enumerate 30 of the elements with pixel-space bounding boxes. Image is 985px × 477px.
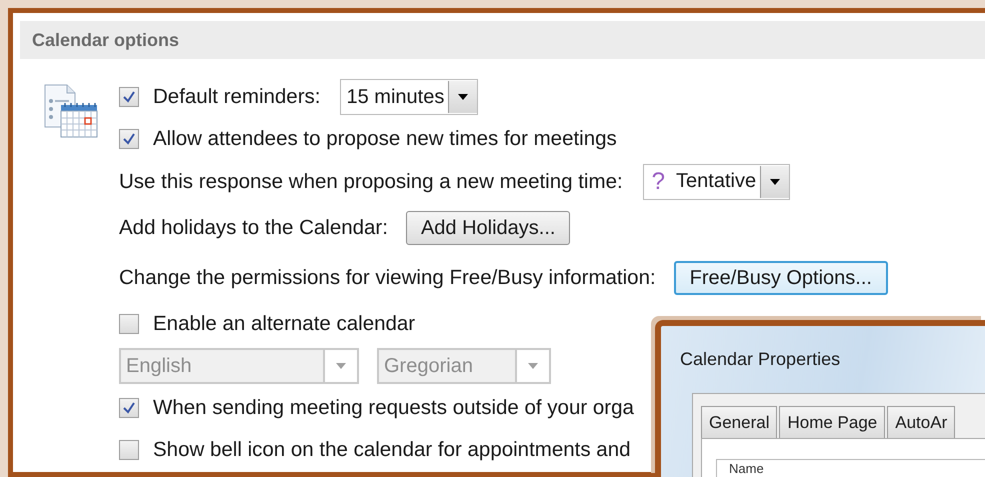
section-title: Calendar options	[32, 30, 180, 50]
checkbox[interactable]	[119, 398, 139, 418]
response-dropdown[interactable]: ? Tentative	[642, 164, 790, 200]
checkmark-icon	[122, 90, 136, 104]
dialog-tab[interactable]: AutoAr	[887, 406, 956, 438]
caret-icon	[336, 363, 346, 369]
caret-icon	[458, 94, 468, 100]
dialog-tab[interactable]: Home Page	[779, 406, 886, 438]
name-label: Name	[729, 462, 764, 476]
checkmark-icon	[122, 132, 136, 146]
checkbox-label[interactable]: Show bell icon on the calendar for appointments and	[153, 438, 631, 462]
checkbox[interactable]	[119, 129, 139, 149]
checkbox[interactable]	[119, 87, 139, 107]
checkbox-label[interactable]: Default reminders:	[153, 85, 320, 109]
checkbox[interactable]	[119, 440, 139, 460]
checkbox-label[interactable]: When sending meeting requests outside of your orga	[153, 396, 634, 420]
options-button[interactable]: Free/Busy Options...	[674, 261, 888, 295]
checkmark-icon	[122, 401, 136, 415]
field-label: Use this response when proposing a new meeting time:	[119, 170, 623, 194]
dialog-title: Calendar Properties	[680, 349, 840, 370]
caret-icon	[770, 178, 780, 184]
reminder-dropdown[interactable]: 15 minutes	[340, 79, 478, 115]
checkbox-label[interactable]: Allow attendees to propose new times for meetings	[153, 127, 617, 151]
field-label: Change the permissions for viewing Free/Busy information:	[119, 266, 656, 290]
caret-icon	[528, 363, 538, 369]
dialog-tab[interactable]: General	[701, 406, 778, 438]
field-label: Add holidays to the Calendar:	[119, 216, 388, 240]
checkbox-label[interactable]: Enable an alternate calendar	[153, 312, 416, 336]
options-button[interactable]: Add Holidays...	[406, 211, 570, 245]
checkbox[interactable]	[119, 314, 139, 334]
